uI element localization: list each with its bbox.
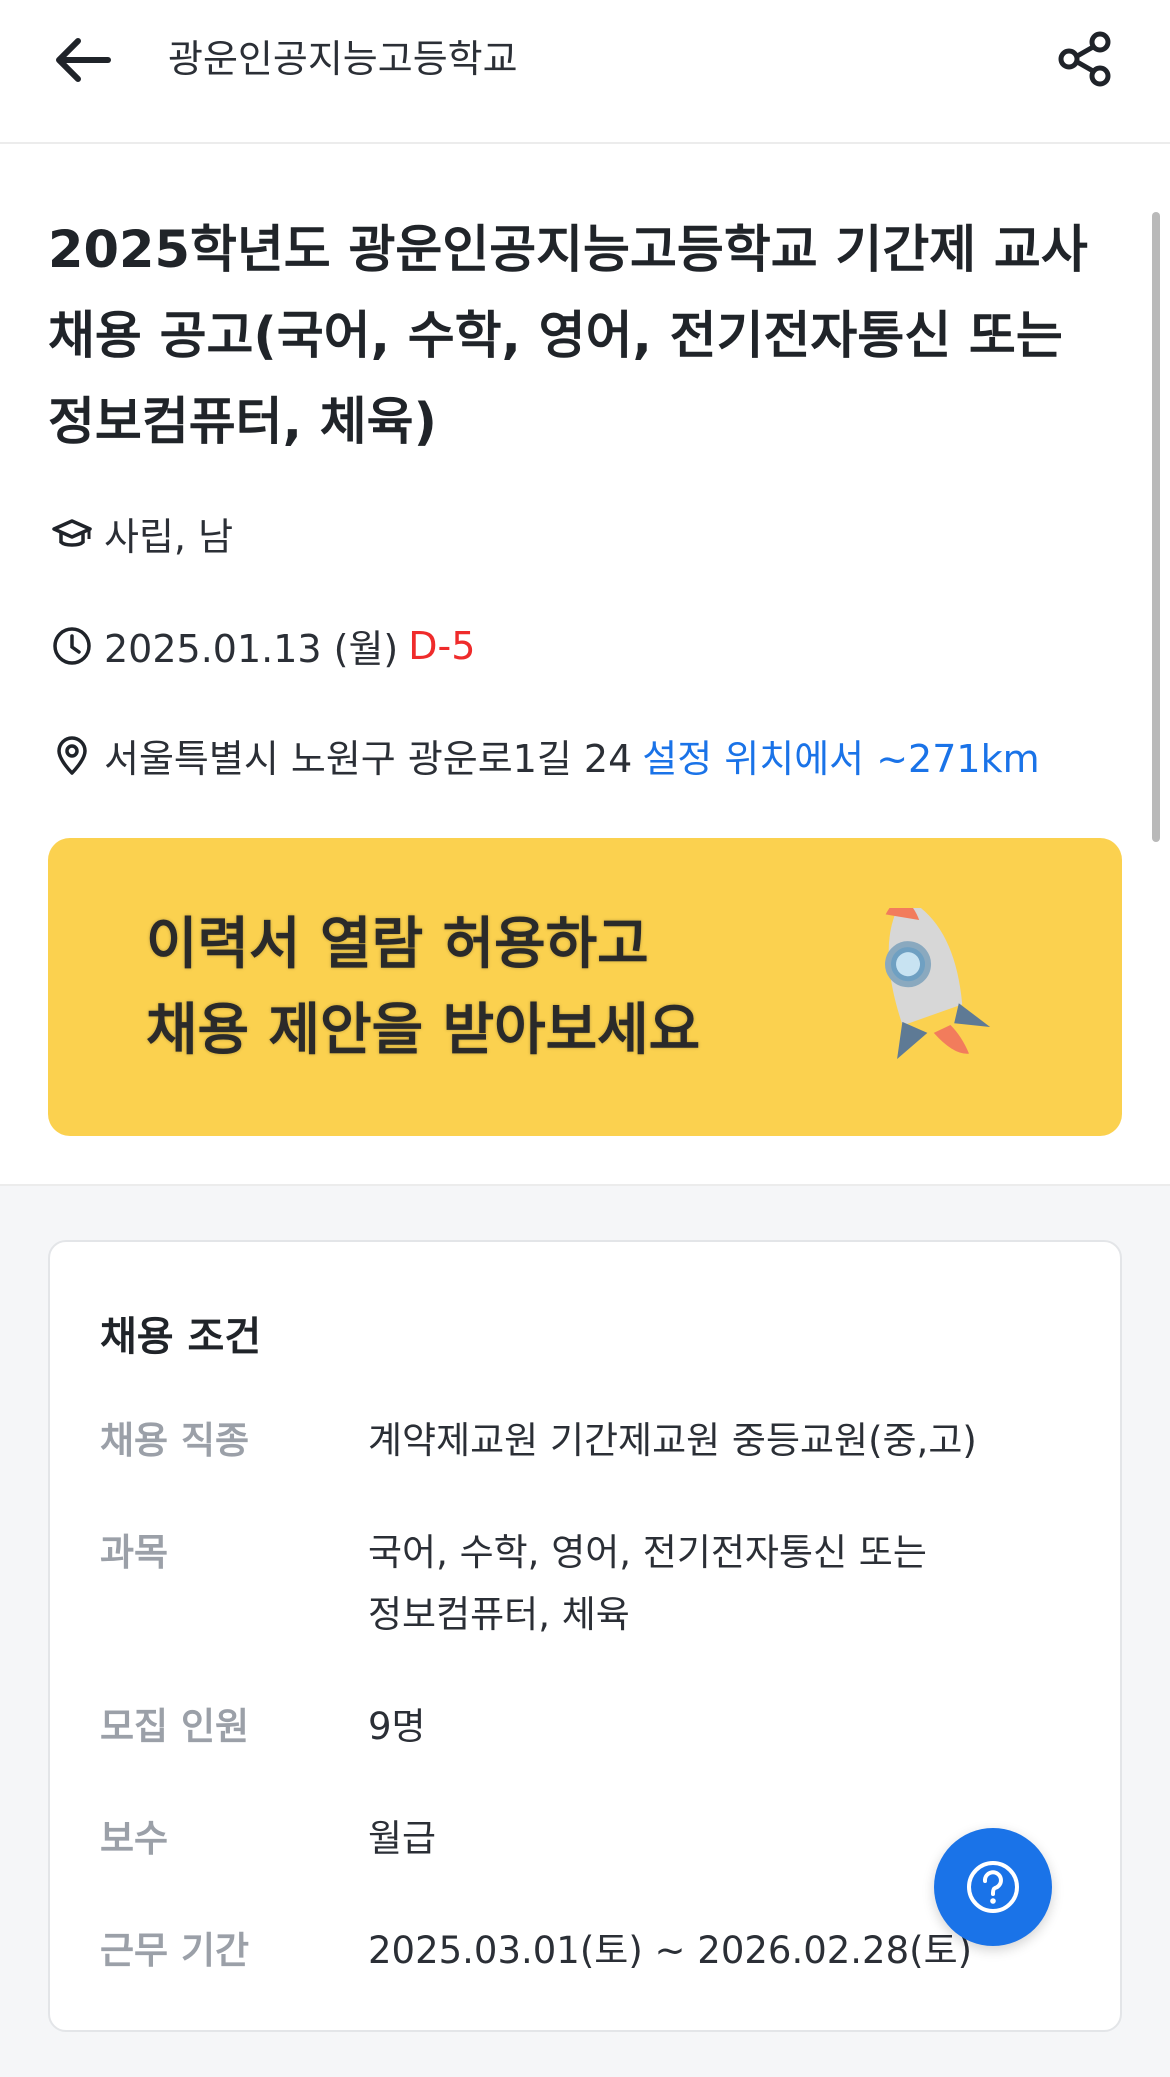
condition-value: 9명 (368, 1705, 426, 1748)
condition-label: 보수 (100, 1817, 169, 1860)
scrollbar[interactable] (1152, 212, 1160, 842)
condition-value: 국어, 수학, 영어, 전기전자통신 또는 정보컴퓨터, 체육 (368, 1531, 927, 1636)
conditions-title: 채용 조건 (100, 1314, 262, 1360)
condition-label: 모집 인원 (100, 1705, 250, 1748)
condition-row-subject: 과목 국어, 수학, 영어, 전기전자통신 또는 정보컴퓨터, 체육 (100, 1522, 1080, 1646)
share-button[interactable] (1050, 24, 1120, 94)
condition-value: 계약제교원 기간제교원 중등교원(중,고) (368, 1419, 977, 1462)
rocket-icon (885, 908, 991, 1060)
help-icon (967, 1861, 1019, 1913)
condition-row-job-type: 채용 직종 계약제교원 기간제교원 중등교원(중,고) (100, 1410, 1080, 1472)
school-type-text: 사립, 남 (104, 515, 234, 559)
location-row: 서울특별시 노원구 광운로1길 24 설정 위치에서 ~271km (48, 728, 1040, 783)
condition-label: 근무 기간 (100, 1929, 250, 1972)
banner-line-1: 이력서 열람 허용하고 (146, 912, 649, 977)
condition-row-period: 근무 기간 2025.03.01(토) ~ 2026.02.28(토) (100, 1920, 1080, 1982)
deadline-date: 2025.01.13 (월) (104, 627, 399, 671)
back-button[interactable] (48, 30, 118, 90)
condition-label: 채용 직종 (100, 1419, 250, 1462)
graduation-cap-icon (48, 510, 96, 558)
dday-badge: D-5 (408, 623, 476, 668)
job-title: 2025학년도 광운인공지능고등학교 기간제 교사 채용 공고(국어, 수학, … (48, 221, 1088, 452)
page: 광운인공지능고등학교 2025학년도 광운인공지능고등학교 기간제 교사 채용 … (0, 0, 1170, 2077)
condition-label: 과목 (100, 1531, 169, 1574)
back-arrow-icon (56, 38, 111, 82)
banner-text: 이력서 열람 허용하고 채용 제안을 받아보세요 (146, 902, 700, 1074)
share-icon (1058, 31, 1111, 87)
location-pin-icon (48, 732, 96, 780)
address-text: 서울특별시 노원구 광운로1길 24 (104, 737, 633, 781)
banner-line-2: 채용 제안을 받아보세요 (146, 998, 701, 1063)
deadline-row: 2025.01.13 (월) D-5 (48, 618, 475, 673)
distance-link[interactable]: 설정 위치에서 ~271km (642, 728, 1039, 783)
condition-row-headcount: 모집 인원 9명 (100, 1696, 1080, 1758)
clock-icon (48, 622, 96, 670)
top-bar: 광운인공지능고등학교 (0, 0, 1170, 144)
help-button[interactable] (934, 1828, 1052, 1946)
header-title: 광운인공지능고등학교 (168, 37, 518, 81)
resume-banner[interactable]: 이력서 열람 허용하고 채용 제안을 받아보세요 (48, 838, 1122, 1136)
condition-row-salary: 보수 월급 (100, 1808, 1080, 1870)
school-type-row: 사립, 남 (48, 506, 233, 561)
